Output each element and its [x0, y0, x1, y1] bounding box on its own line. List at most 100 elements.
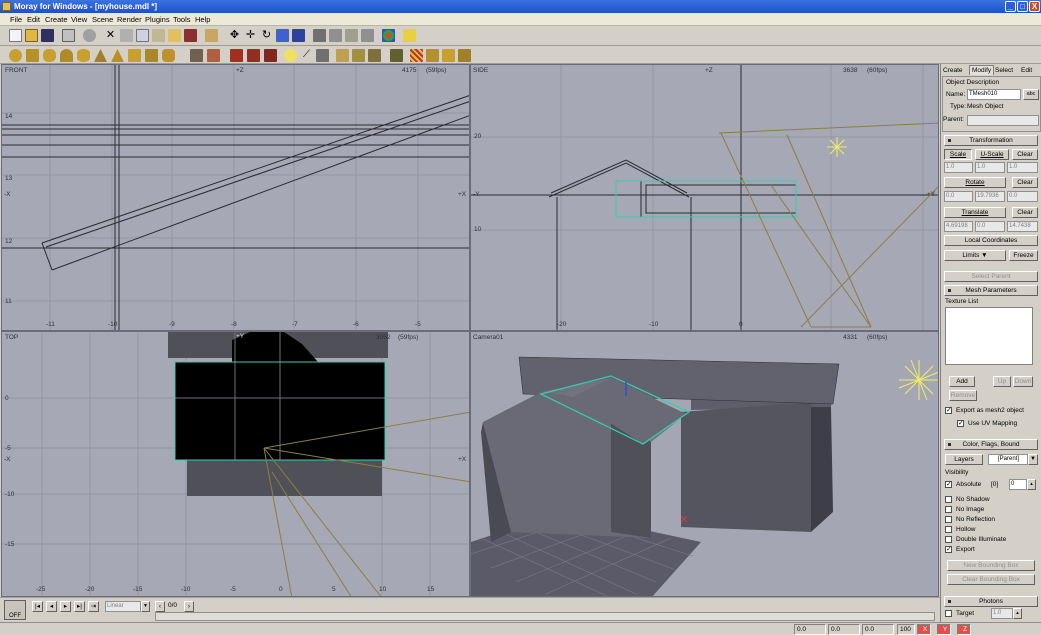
next-key-icon[interactable]: ▸|	[74, 601, 85, 612]
limits-button[interactable]: Limits ▼	[944, 250, 1006, 261]
csg-icon[interactable]	[190, 49, 203, 62]
prev-frame-icon[interactable]: ‹	[155, 601, 165, 612]
tab-edit[interactable]: Edit	[1021, 67, 1032, 74]
rotate-clear-button[interactable]: Clear	[1012, 177, 1038, 188]
color-flags-header[interactable]: Color, Flags, Bound	[944, 439, 1038, 450]
paste-icon[interactable]	[152, 29, 165, 42]
superellipsoid-icon[interactable]	[162, 49, 175, 62]
texture-library-icon[interactable]	[184, 29, 197, 42]
cone-icon[interactable]	[60, 49, 73, 62]
rotate-x-input[interactable]: 0.0	[944, 191, 973, 202]
camera-icon[interactable]	[345, 29, 358, 42]
spotlight-icon[interactable]	[247, 49, 260, 62]
delete-icon[interactable]: ✕	[104, 29, 117, 42]
tab-modify[interactable]: Modify	[969, 65, 995, 75]
target-input[interactable]: 1.0	[991, 608, 1013, 619]
mesh-parameters-header[interactable]: Mesh Parameters	[944, 285, 1038, 296]
new-bounding-box-button[interactable]: New Bounding Box	[947, 560, 1035, 571]
interpolation-select[interactable]: Linear	[105, 601, 141, 612]
point-light-icon[interactable]	[230, 49, 243, 62]
cylinder-icon[interactable]	[43, 49, 56, 62]
torus-icon[interactable]	[77, 49, 90, 62]
undo-icon[interactable]	[83, 29, 96, 42]
prev-key-icon[interactable]: ◂	[46, 601, 57, 612]
tab-select[interactable]: Select	[995, 67, 1013, 74]
translate-y-input[interactable]: 0.0	[975, 221, 1005, 232]
box-icon[interactable]	[26, 49, 39, 62]
absolute-spinner-input[interactable]: 0	[1009, 479, 1027, 490]
spinner-arrows-icon[interactable]: ▴	[1027, 479, 1036, 490]
print-icon[interactable]	[62, 29, 75, 42]
render-icon[interactable]	[403, 29, 416, 42]
blob-icon[interactable]	[207, 49, 220, 62]
color-icon[interactable]	[382, 29, 395, 42]
freeze-button[interactable]: Freeze	[1009, 250, 1038, 261]
plugin-object-icon[interactable]	[458, 49, 471, 62]
copy-icon[interactable]	[136, 29, 149, 42]
translate-clear-button[interactable]: Clear	[1012, 207, 1038, 218]
atmosphere-icon[interactable]	[361, 29, 374, 42]
translate-z-input[interactable]: 14.7438	[1007, 221, 1038, 232]
wand-icon[interactable]: ⟋	[300, 49, 313, 62]
material-icon[interactable]	[168, 29, 181, 42]
target-spinner-icon[interactable]: ▴	[1013, 608, 1022, 619]
rotate-button[interactable]: Rotate	[944, 177, 1006, 188]
camera-object-icon[interactable]	[316, 49, 329, 62]
new-icon[interactable]	[9, 29, 22, 42]
down-button[interactable]: Down	[1013, 376, 1033, 387]
spline-icon[interactable]	[442, 49, 455, 62]
move-icon[interactable]: ✛	[244, 29, 257, 42]
close-button[interactable]: X	[1029, 1, 1040, 12]
uniform-scale-icon[interactable]	[292, 29, 305, 42]
clear-bounding-box-button[interactable]: Clear Bounding Box	[947, 574, 1035, 585]
viewport-top[interactable]: TOP 3052 (59fps) +Y -X +X 0 -5 -10 -15 -…	[1, 331, 470, 597]
remove-button[interactable]: Remove	[949, 390, 977, 401]
no-shadow-checkbox[interactable]	[945, 496, 952, 503]
layer-select[interactable]: [Parent]	[988, 454, 1028, 465]
render-view-icon[interactable]	[313, 29, 326, 42]
sphere-icon[interactable]	[9, 49, 22, 62]
scale-z-input[interactable]: 1.0	[1007, 162, 1038, 173]
first-frame-icon[interactable]: |◂	[32, 601, 43, 612]
height-field-icon[interactable]	[336, 49, 349, 62]
menu-scene[interactable]: Scene	[92, 15, 113, 24]
select-parent-button[interactable]: Select Parent	[944, 271, 1038, 282]
menu-edit[interactable]: Edit	[27, 15, 40, 24]
rotate-y-input[interactable]: 19.7936	[975, 191, 1005, 202]
menu-plugins[interactable]: Plugins	[145, 15, 170, 24]
scale-clear-button[interactable]: Clear	[1012, 149, 1038, 160]
timeline-track[interactable]	[155, 612, 935, 621]
local-coordinates-button[interactable]: Local Coordinates	[944, 235, 1038, 246]
viewport-side[interactable]: SIDE 3638 (60fps) +Z -Y +Y 20 10 -20 -10…	[470, 64, 939, 331]
name-input[interactable]: TMesh010	[967, 89, 1021, 100]
translate-x-input[interactable]: 4.69198	[944, 221, 973, 232]
menu-file[interactable]: File	[10, 15, 22, 24]
axis-z-toggle[interactable]: Z	[957, 624, 971, 635]
absolute-checkbox[interactable]: ✓	[945, 481, 952, 488]
photons-header[interactable]: Photons	[944, 596, 1038, 607]
animation-toggle[interactable]: OFF	[4, 600, 26, 620]
rotate-z-input[interactable]: 0.0	[1007, 191, 1038, 202]
minimize-button[interactable]: _	[1005, 1, 1016, 12]
prism-icon[interactable]	[94, 49, 107, 62]
texture-list[interactable]	[945, 307, 1033, 365]
layers-button[interactable]: Layers	[945, 454, 983, 465]
open-icon[interactable]	[25, 29, 38, 42]
hollow-checkbox[interactable]	[945, 526, 952, 533]
abc-button[interactable]: abc	[1023, 89, 1039, 100]
scale-x-input[interactable]: 1.0	[944, 162, 973, 173]
uscale-button[interactable]: U-Scale	[975, 149, 1009, 160]
last-frame-icon[interactable]: ⇥	[88, 601, 99, 612]
rotate-icon[interactable]: ↻	[260, 29, 273, 42]
mesh-icon[interactable]	[426, 49, 439, 62]
lathe-icon[interactable]	[128, 49, 141, 62]
play-icon[interactable]: ▸	[60, 601, 71, 612]
add-button[interactable]: Add	[949, 376, 975, 387]
menu-help[interactable]: Help	[195, 15, 210, 24]
up-button[interactable]: Up	[993, 376, 1011, 387]
save-icon[interactable]	[41, 29, 54, 42]
menu-render[interactable]: Render	[117, 15, 142, 24]
select-move-icon[interactable]: ✥	[228, 29, 241, 42]
plane-icon[interactable]	[352, 49, 365, 62]
no-reflection-checkbox[interactable]	[945, 516, 952, 523]
